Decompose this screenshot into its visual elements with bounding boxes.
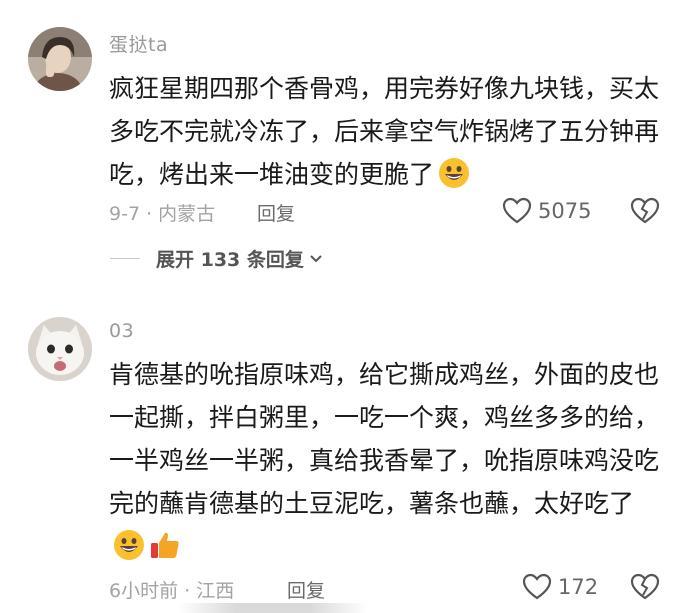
reply-button[interactable]: 回复 bbox=[287, 576, 325, 603]
comment-text-content: 疯狂星期四那个香骨鸡，用完券好像九块钱，买太多吃不完就冷冻了，后来拿空气炸锅烤了… bbox=[109, 74, 660, 189]
username[interactable]: 蛋挞ta bbox=[109, 30, 168, 57]
expand-replies-label: 展开 133 条回复 bbox=[156, 249, 304, 271]
grinning-face-emoji-icon bbox=[438, 157, 470, 202]
expand-replies-button[interactable]: 展开 133 条回复 bbox=[110, 245, 323, 272]
reply-button[interactable]: 回复 bbox=[257, 199, 295, 226]
broken-heart-icon bbox=[630, 573, 660, 600]
comment-meta: 6小时前 · 江西 bbox=[109, 580, 235, 602]
comment-text: 肯德基的吮指原味鸡，给它撕成鸡丝，外面的皮也一起撕，拌白粥里，一吃一个爽，鸡丝多… bbox=[109, 353, 669, 574]
username[interactable]: 03 bbox=[109, 320, 134, 342]
comment-item: 03 肯德基的吮指原味鸡，给它撕成鸡丝，外面的皮也一起撕，拌白粥里，一吃一个爽，… bbox=[0, 300, 690, 613]
like-count: 172 bbox=[558, 575, 599, 599]
heart-icon bbox=[522, 573, 552, 600]
watermark-smudge bbox=[178, 603, 368, 613]
comment-text: 疯狂星期四那个香骨鸡，用完券好像九块钱，买太多吃不完就冷冻了，后来拿空气炸锅烤了… bbox=[109, 67, 669, 202]
like-count: 5075 bbox=[538, 199, 592, 223]
divider-line bbox=[110, 258, 140, 259]
dislike-button[interactable] bbox=[630, 197, 660, 229]
thumbs-up-emoji-icon bbox=[149, 529, 181, 574]
comment-meta: 9-7 · 内蒙古 bbox=[109, 203, 216, 225]
like-button[interactable]: 5075 bbox=[502, 197, 591, 225]
dislike-button[interactable] bbox=[630, 573, 660, 605]
user-avatar[interactable] bbox=[28, 27, 92, 91]
woman-portrait-avatar-icon bbox=[28, 27, 92, 91]
like-button[interactable]: 172 bbox=[522, 573, 598, 601]
user-avatar[interactable] bbox=[28, 317, 92, 381]
chevron-down-icon bbox=[310, 254, 322, 262]
heart-icon bbox=[502, 197, 532, 224]
grinning-face-emoji-icon bbox=[113, 529, 145, 574]
comment-text-content: 肯德基的吮指原味鸡，给它撕成鸡丝，外面的皮也一起撕，拌白粥里，一吃一个爽，鸡丝多… bbox=[109, 360, 660, 518]
white-cat-avatar-icon bbox=[28, 317, 92, 381]
comment-item: 蛋挞ta 疯狂星期四那个香骨鸡，用完券好像九块钱，买太多吃不完就冷冻了，后来拿空… bbox=[0, 0, 690, 300]
broken-heart-icon bbox=[630, 197, 660, 224]
